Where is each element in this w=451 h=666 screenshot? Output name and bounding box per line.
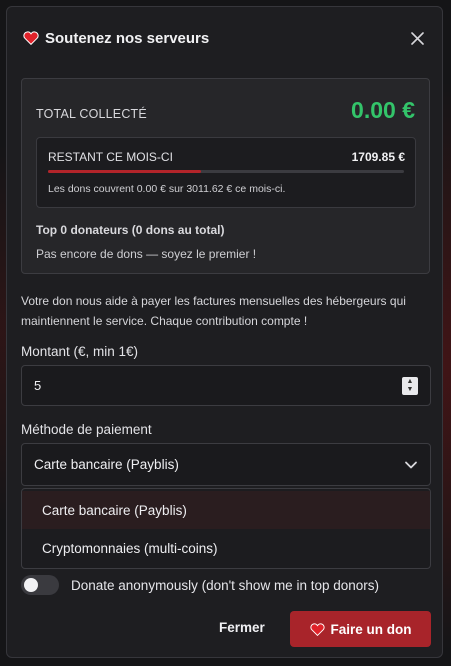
payment-option-card[interactable]: Carte bancaire (Payblis) [22,491,430,529]
progress-fill [48,170,202,173]
top-donors-heading: Top 0 donateurs (0 dons au total) [36,223,225,237]
dialog-title: Soutenez nos serveurs [45,29,210,47]
total-collected-label: TOTAL COLLECTÉ [36,107,147,121]
payment-method-select[interactable]: Carte bancaire (Payblis) [21,443,431,486]
info-text: Votre don nous aide à payer les factures… [21,294,406,328]
close-button[interactable]: Fermer [219,620,265,635]
total-collected-value: 0.00 € [351,97,415,123]
stepper-up-icon[interactable]: ▲ [407,378,414,386]
payment-options-list: Carte bancaire (Payblis) Cryptomonnaies … [21,488,431,569]
no-donors-text: Pas encore de dons — soyez le premier ! [36,247,257,261]
chevron-down-icon [405,461,417,469]
close-icon[interactable] [406,27,428,49]
stats-panel: TOTAL COLLECTÉ 0.00 € RESTANT CE MOIS-CI… [21,78,430,274]
donate-button[interactable]: Faire un don [290,611,431,647]
amount-stepper[interactable]: ▲ ▼ [402,377,418,395]
remaining-box: RESTANT CE MOIS-CI 1709.85 € Les dons co… [36,137,416,208]
remaining-label: RESTANT CE MOIS-CI [48,150,173,164]
payment-method-label: Méthode de paiement [21,422,152,437]
amount-value: 5 [34,378,42,393]
amount-input[interactable]: 5 ▲ ▼ [21,365,431,406]
heart-icon [23,31,39,45]
dialog-header: Soutenez nos serveurs [23,27,428,49]
coverage-description: Les dons couvrent 0.00 € sur 3011.62 € c… [48,183,286,195]
heart-icon [309,622,325,636]
anonymous-row: Donate anonymously (don't show me in top… [21,574,379,596]
progress-bar [48,170,404,173]
payment-selected-value: Carte bancaire (Payblis) [34,457,179,472]
donation-dialog: Soutenez nos serveurs TOTAL COLLECTÉ 0.0… [6,6,443,658]
donate-button-label: Faire un don [330,621,412,637]
stepper-down-icon[interactable]: ▼ [407,386,414,394]
remaining-value: 1709.85 € [351,150,405,164]
anonymous-label: Donate anonymously (don't show me in top… [71,577,379,593]
toggle-knob [24,578,38,592]
amount-label: Montant (€, min 1€) [21,344,139,359]
anonymous-toggle[interactable] [21,575,59,595]
payment-option-crypto[interactable]: Cryptomonnaies (multi-coins) [22,529,430,567]
